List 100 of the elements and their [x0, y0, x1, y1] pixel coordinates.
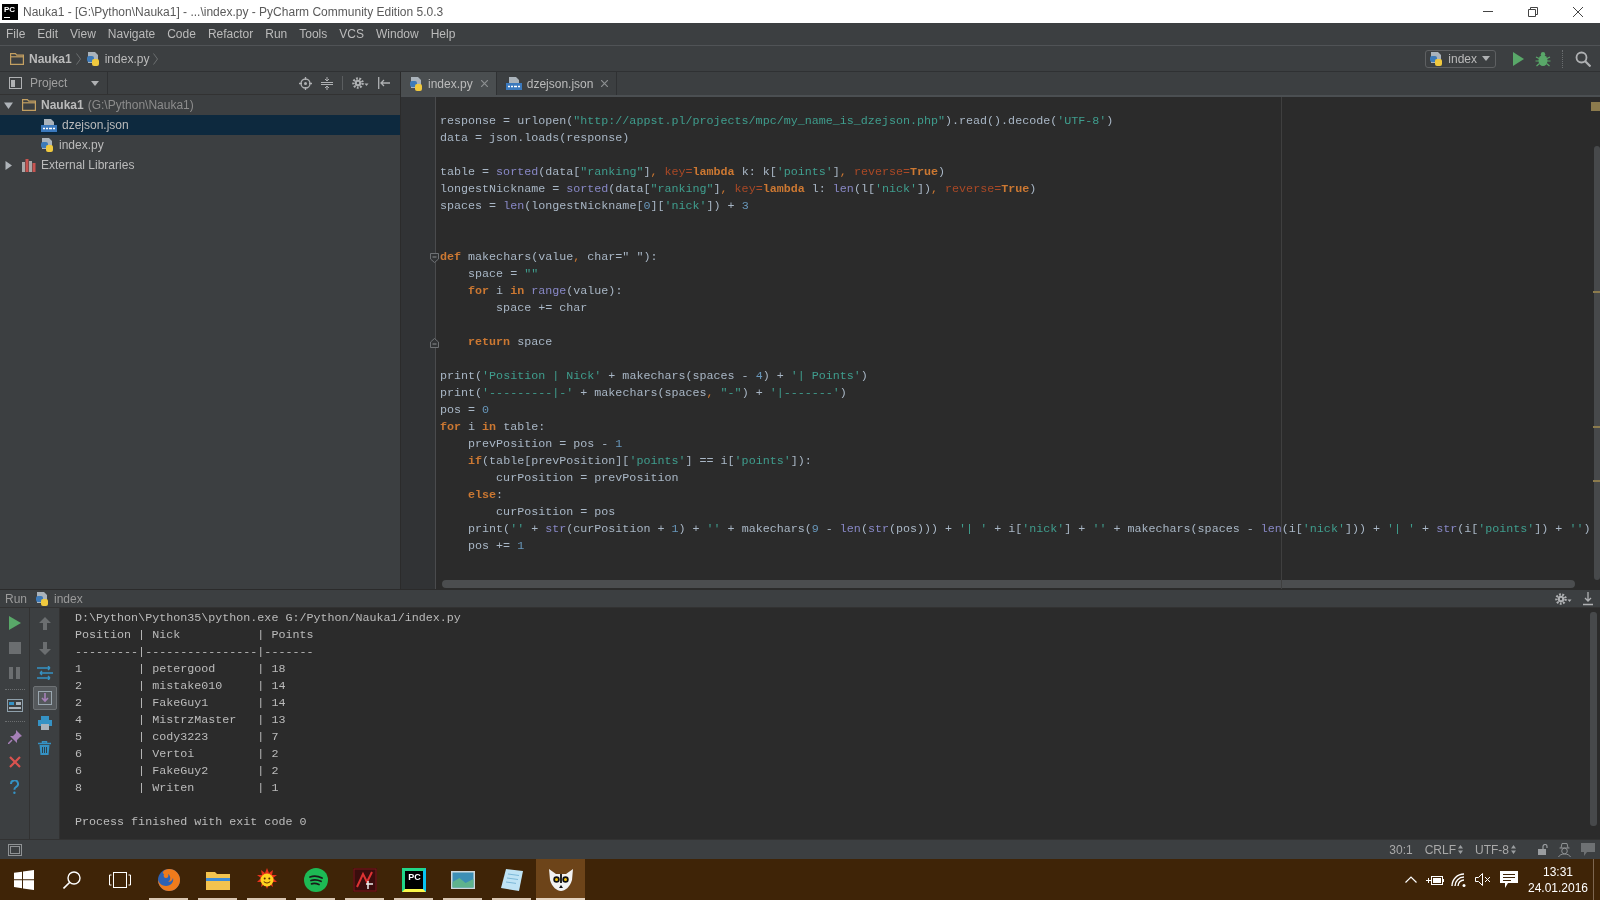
- crosshair-icon[interactable]: [299, 76, 312, 90]
- vertical-scrollbar[interactable]: [1590, 612, 1597, 826]
- console-line: 5 | cody3223 | 7: [75, 729, 279, 746]
- run-configuration-dropdown[interactable]: index: [1425, 49, 1496, 68]
- taskbar-button[interactable]: [536, 859, 585, 900]
- close-icon[interactable]: [480, 80, 488, 87]
- hat-figure-icon[interactable]: [1558, 842, 1571, 857]
- tree-item[interactable]: dzejson.json: [0, 115, 400, 135]
- code-line: data = json.loads(response): [440, 130, 630, 147]
- encoding-selector[interactable]: UTF-8: [1475, 842, 1516, 857]
- arrow-to-bar-icon[interactable]: [378, 77, 390, 89]
- expanded-arrow-icon[interactable]: [4, 100, 13, 110]
- code-line: pos = 0: [440, 402, 490, 419]
- menu-item[interactable]: Run: [259, 27, 294, 41]
- menu-item[interactable]: File: [0, 27, 32, 41]
- arrow-to-bar-icon[interactable]: [1583, 591, 1593, 606]
- menu-item[interactable]: Help: [424, 27, 462, 41]
- script-file-icon: [86, 51, 100, 66]
- menu-item[interactable]: Refactor: [201, 27, 260, 41]
- search-icon: [63, 870, 81, 889]
- caret-icon: [91, 80, 99, 86]
- breadcrumb[interactable]: index.py: [86, 48, 150, 69]
- menu-item[interactable]: View: [64, 27, 102, 41]
- breadcrumb[interactable]: Nauka1: [10, 48, 72, 69]
- taskbar-button[interactable]: PC: [389, 859, 438, 900]
- close-icon: [1572, 6, 1583, 17]
- console-line: 6 | Vertoi | 2: [75, 746, 279, 763]
- folder-icon: [22, 99, 36, 111]
- globe-icon: [156, 867, 181, 892]
- horizontal-scrollbar[interactable]: [442, 580, 1575, 588]
- up-down-arrows-icon: [1511, 845, 1516, 854]
- printer-icon: [37, 716, 52, 730]
- notepad-icon: [500, 868, 523, 891]
- menu-item[interactable]: Code: [161, 27, 202, 41]
- code-line: curPosition = prevPosition: [495, 470, 679, 487]
- settings-icon[interactable]: [352, 77, 369, 89]
- tree-item[interactable]: index.py: [0, 135, 400, 155]
- tree-item[interactable]: Nauka1 (G:\Python\Nauka1): [0, 95, 400, 115]
- window-panes-icon: [14, 869, 34, 890]
- pc-logo: PC: [401, 867, 426, 892]
- folder-icon: [10, 52, 24, 65]
- menu-item[interactable]: VCS: [333, 27, 370, 41]
- console-line: 2 | FakeGuy1 | 14: [75, 695, 286, 712]
- editor-tab[interactable]: dzejson.json: [496, 72, 618, 95]
- editor-tab[interactable]: index.py: [401, 72, 497, 95]
- menu-item[interactable]: Edit: [31, 27, 65, 41]
- tree-item[interactable]: External Libraries: [0, 155, 400, 175]
- vertical-scrollbar[interactable]: [1593, 146, 1600, 580]
- monitor-icon: [450, 870, 475, 889]
- settings-icon[interactable]: [1555, 592, 1572, 605]
- bug-icon: [1535, 50, 1551, 67]
- help-icon: [10, 780, 19, 794]
- fold-marker-icon[interactable]: [430, 337, 439, 348]
- window-title: Nauka1 - [G:\Python\Nauka1] - ...\index.py - PyCharm Community Edition 5.0.3: [23, 4, 444, 19]
- menu-item[interactable]: Window: [369, 27, 425, 41]
- chevron-up-icon[interactable]: [1405, 876, 1417, 883]
- padlock-icon[interactable]: [1538, 844, 1548, 855]
- square-frame-icon[interactable]: [8, 843, 22, 856]
- console-line: ---------|----------------|-------: [75, 644, 314, 661]
- stop-icon: [8, 642, 21, 654]
- battery-icon[interactable]: [1426, 873, 1444, 886]
- menu-item[interactable]: Navigate: [101, 27, 162, 41]
- arrow-up-icon: [38, 616, 51, 630]
- project-view-dropdown[interactable]: Project: [0, 72, 108, 94]
- code-line: space = "": [467, 266, 539, 283]
- toolbar-button[interactable]: [32, 686, 57, 710]
- task-view-icon: [109, 871, 131, 888]
- fold-marker-icon[interactable]: [430, 252, 439, 263]
- artwork-tile-icon: [352, 867, 377, 892]
- code-line: for i in table:: [440, 419, 546, 436]
- code-line: def makechars(value, char=" "):: [440, 249, 658, 266]
- panel-icon: [9, 77, 22, 89]
- notification-icon[interactable]: [1500, 871, 1518, 888]
- collapsed-arrow-icon[interactable]: [4, 160, 13, 170]
- animal-face-icon: [548, 868, 573, 891]
- clock[interactable]: 13:31 24.01.2016: [1523, 859, 1593, 900]
- collapse-all-icon[interactable]: [321, 76, 333, 90]
- trash-icon: [38, 741, 51, 755]
- restore-icon: [1527, 6, 1538, 17]
- wifi-icon[interactable]: [1451, 872, 1467, 887]
- play-icon: [1512, 51, 1524, 66]
- code-line: for i in range(value):: [467, 283, 623, 300]
- pin-icon: [7, 730, 22, 744]
- layout-icon: [6, 698, 23, 712]
- script-file-icon: [410, 76, 423, 91]
- code-line: prevPosition = pos - 1: [467, 436, 623, 453]
- script-file-icon: [36, 591, 49, 606]
- menu-item[interactable]: Tools: [293, 27, 334, 41]
- code-line: print('Position | Nick' + makechars(spaces - 4) + '| Points'): [440, 368, 868, 385]
- code-line: if(table[prevPosition]['points'] == i['points']):: [467, 453, 812, 470]
- console-line: Process finished with exit code 0: [75, 814, 307, 831]
- caret-position[interactable]: 30:1: [1389, 842, 1413, 857]
- muted-speaker-icon[interactable]: [1475, 873, 1491, 886]
- pause-icon: [9, 667, 20, 679]
- console-line: 8 | Writen | 1: [75, 780, 279, 797]
- run-configuration-label[interactable]: index: [54, 591, 83, 606]
- close-icon[interactable]: [601, 80, 609, 87]
- code-line: longestNickname = sorted(data["ranking"], key=lambda l: len(l['nick']), reverse=True): [440, 181, 1037, 198]
- bars-icon: [22, 158, 36, 172]
- line-separator-selector[interactable]: CRLF: [1424, 842, 1463, 857]
